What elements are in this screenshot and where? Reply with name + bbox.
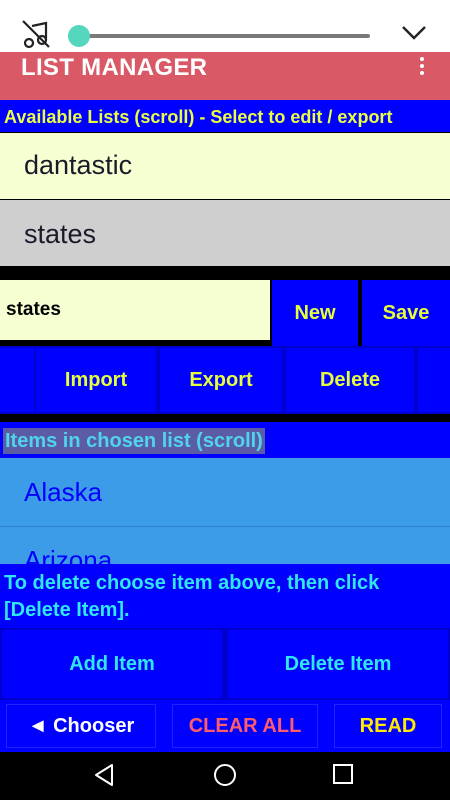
list-item-label: states bbox=[24, 219, 97, 249]
back-icon[interactable] bbox=[92, 762, 118, 788]
media-control-bar bbox=[0, 0, 450, 52]
new-button[interactable]: New bbox=[272, 280, 358, 346]
list-name-input[interactable] bbox=[0, 280, 270, 340]
export-button[interactable]: Export bbox=[160, 348, 282, 412]
seek-thumb[interactable] bbox=[68, 25, 90, 47]
list-item-label: dantastic bbox=[24, 150, 133, 180]
read-button[interactable]: READ bbox=[334, 704, 442, 748]
import-button[interactable]: Import bbox=[36, 348, 156, 412]
blank-button-right[interactable] bbox=[418, 348, 450, 412]
blank-button-left[interactable] bbox=[0, 348, 34, 412]
delete-hint-text: To delete choose item above, then click … bbox=[4, 572, 380, 621]
delete-item-button[interactable]: Delete Item bbox=[228, 630, 448, 698]
divider bbox=[0, 526, 450, 527]
add-item-button[interactable]: Add Item bbox=[2, 630, 222, 698]
delete-button[interactable]: Delete bbox=[286, 348, 414, 412]
clear-all-button[interactable]: CLEAR ALL bbox=[172, 704, 318, 748]
chevron-down-icon[interactable] bbox=[400, 22, 428, 42]
recents-icon[interactable] bbox=[331, 762, 355, 786]
chooser-button[interactable]: ◄ Chooser bbox=[6, 704, 156, 748]
music-off-icon[interactable] bbox=[20, 18, 52, 50]
items-header-label: Items in chosen list (scroll) bbox=[3, 428, 265, 454]
available-lists-header-label: Available Lists (scroll) - Select to edi… bbox=[4, 107, 393, 127]
save-button[interactable]: Save bbox=[362, 280, 450, 346]
app-title: LIST MANAGER bbox=[21, 54, 208, 81]
item-label: Alaska bbox=[24, 477, 103, 507]
home-icon[interactable] bbox=[212, 762, 238, 788]
seek-bar[interactable] bbox=[78, 34, 370, 38]
overflow-menu-icon[interactable] bbox=[412, 55, 432, 77]
